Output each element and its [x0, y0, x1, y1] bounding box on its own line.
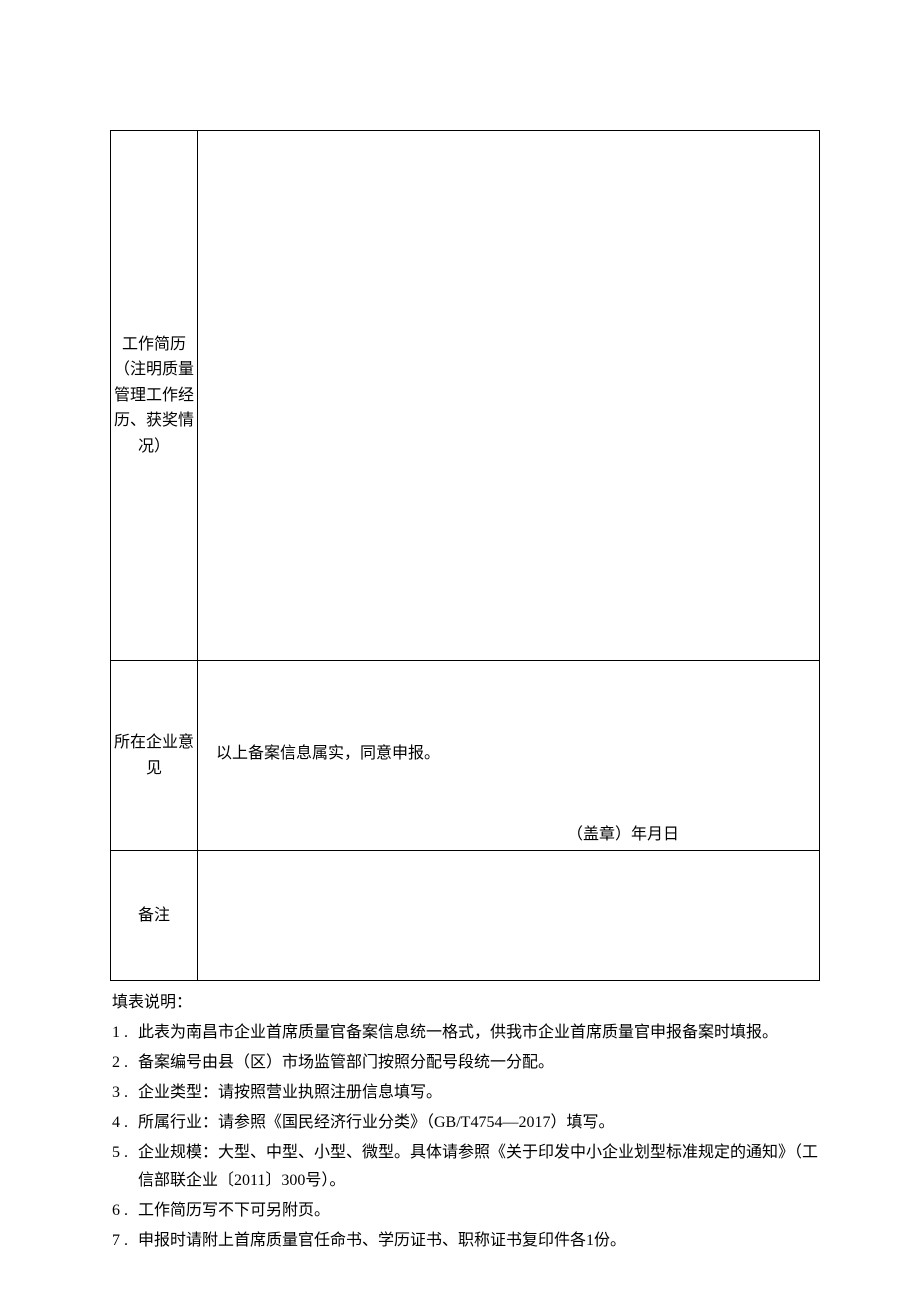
- list-item-number: 1 .: [112, 1019, 134, 1047]
- table-row: 所在企业意见 以上备案信息属实，同意申报。 （盖章）年月日: [111, 661, 820, 851]
- table-row: 备注: [111, 851, 820, 981]
- list-item: 7 . 申报时请附上首席质量官任命书、学历证书、职称证书复印件各1份。: [112, 1227, 820, 1255]
- list-item-number: 4 .: [112, 1109, 134, 1137]
- list-item: 2 . 备案编号由县（区）市场监管部门按照分配号段统一分配。: [112, 1049, 820, 1077]
- work-history-label: 工作简历（注明质量管理工作经历、获奖情况）: [114, 336, 194, 455]
- work-history-label-cell: 工作简历（注明质量管理工作经历、获奖情况）: [111, 131, 198, 661]
- opinion-label-cell: 所在企业意见: [111, 661, 198, 851]
- remark-value-cell: [198, 851, 820, 981]
- list-item-number: 7 .: [112, 1227, 134, 1255]
- table-row: 工作简历（注明质量管理工作经历、获奖情况）: [111, 131, 820, 661]
- form-table: 工作简历（注明质量管理工作经历、获奖情况） 所在企业意见 以上备案信息属实，同意…: [110, 130, 820, 981]
- list-item: 4 . 所属行业：请参照《国民经济行业分类》（GB/T4754—2017）填写。: [112, 1109, 820, 1137]
- list-item: 5 . 企业规模：大型、中型、小型、微型。具体请参照《关于印发中小企业划型标准规…: [112, 1139, 820, 1195]
- remark-label: 备注: [138, 907, 170, 924]
- list-item-text: 工作简历写不下可另附页。: [138, 1202, 330, 1219]
- list-item-number: 5 .: [112, 1139, 134, 1167]
- list-item-number: 2 .: [112, 1049, 134, 1077]
- list-item-text: 申报时请附上首席质量官任命书、学历证书、职称证书复印件各1份。: [138, 1232, 626, 1249]
- list-item: 3 . 企业类型：请按照营业执照注册信息填写。: [112, 1079, 820, 1107]
- list-item-text: 备案编号由县（区）市场监管部门按照分配号段统一分配。: [138, 1054, 554, 1071]
- remark-label-cell: 备注: [111, 851, 198, 981]
- stamp-date-line: （盖章）年月日: [567, 820, 679, 844]
- list-item-text: 此表为南昌市企业首席质量官备案信息统一格式，供我市企业首席质量官申报备案时填报。: [138, 1024, 778, 1041]
- list-item: 6 . 工作简历写不下可另附页。: [112, 1197, 820, 1225]
- notes-list: 1 . 此表为南昌市企业首席质量官备案信息统一格式，供我市企业首席质量官申报备案…: [110, 1019, 820, 1255]
- notes-title: 填表说明：: [112, 989, 820, 1017]
- page-container: 工作简历（注明质量管理工作经历、获奖情况） 所在企业意见 以上备案信息属实，同意…: [0, 0, 920, 1255]
- list-item-text: 企业规模：大型、中型、小型、微型。具体请参照《关于印发中小企业划型标准规定的通知…: [138, 1144, 818, 1189]
- opinion-label: 所在企业意见: [114, 734, 194, 777]
- opinion-statement: 以上备案信息属实，同意申报。: [216, 739, 440, 763]
- work-history-value-cell: [198, 131, 820, 661]
- list-item-number: 6 .: [112, 1197, 134, 1225]
- notes-section: 填表说明： 1 . 此表为南昌市企业首席质量官备案信息统一格式，供我市企业首席质…: [110, 989, 820, 1255]
- list-item-text: 所属行业：请参照《国民经济行业分类》（GB/T4754—2017）填写。: [138, 1114, 614, 1131]
- opinion-value-cell: 以上备案信息属实，同意申报。 （盖章）年月日: [198, 661, 820, 851]
- list-item: 1 . 此表为南昌市企业首席质量官备案信息统一格式，供我市企业首席质量官申报备案…: [112, 1019, 820, 1047]
- list-item-text: 企业类型：请按照营业执照注册信息填写。: [138, 1084, 442, 1101]
- list-item-number: 3 .: [112, 1079, 134, 1107]
